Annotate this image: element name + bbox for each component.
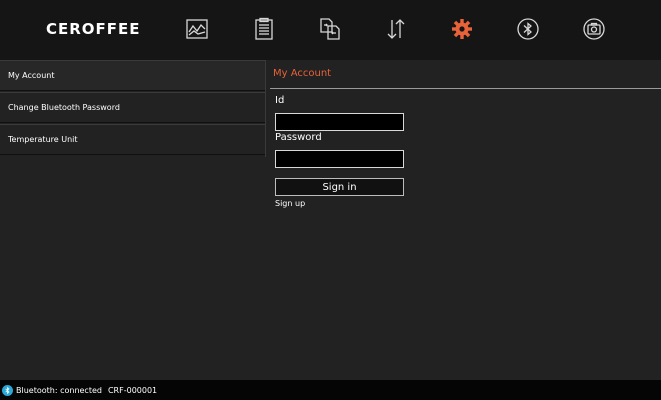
camera-icon[interactable]	[582, 17, 606, 41]
sort-arrows-icon[interactable]	[384, 17, 408, 41]
clipboard-icon[interactable]	[252, 17, 276, 41]
bluetooth-status-icon	[2, 384, 13, 396]
app-logo: CEROFFEE	[46, 20, 141, 38]
id-label: Id	[275, 95, 285, 106]
settings-sidebar: My Account Change Bluetooth Password Tem…	[0, 60, 266, 157]
sidebar-item-label: Change Bluetooth Password	[8, 103, 120, 112]
id-input[interactable]	[275, 113, 404, 131]
sidebar-item-temperature-unit[interactable]: Temperature Unit	[0, 124, 265, 155]
chart-icon[interactable]	[185, 17, 209, 41]
sidebar-item-my-account[interactable]: My Account	[0, 60, 265, 91]
bluetooth-status-text: Bluetooth: connected	[16, 385, 102, 395]
sidebar-item-change-bluetooth-password[interactable]: Change Bluetooth Password	[0, 92, 265, 123]
status-bar: Bluetooth: connected CRF-000001	[0, 380, 661, 400]
sidebar-item-label: My Account	[8, 71, 55, 80]
gear-icon[interactable]	[450, 17, 474, 41]
password-label: Password	[275, 132, 322, 143]
device-id: CRF-000001	[107, 385, 158, 395]
password-input[interactable]	[275, 150, 404, 168]
divider	[270, 88, 661, 89]
bluetooth-icon[interactable]	[516, 17, 540, 41]
sidebar-item-label: Temperature Unit	[8, 135, 78, 144]
panel-title: My Account	[273, 68, 332, 79]
sign-up-link[interactable]: Sign up	[275, 199, 305, 208]
file-transfer-icon[interactable]	[318, 17, 342, 41]
top-bar: CEROFFEE	[0, 0, 661, 60]
sign-in-button[interactable]: Sign in	[275, 178, 404, 196]
